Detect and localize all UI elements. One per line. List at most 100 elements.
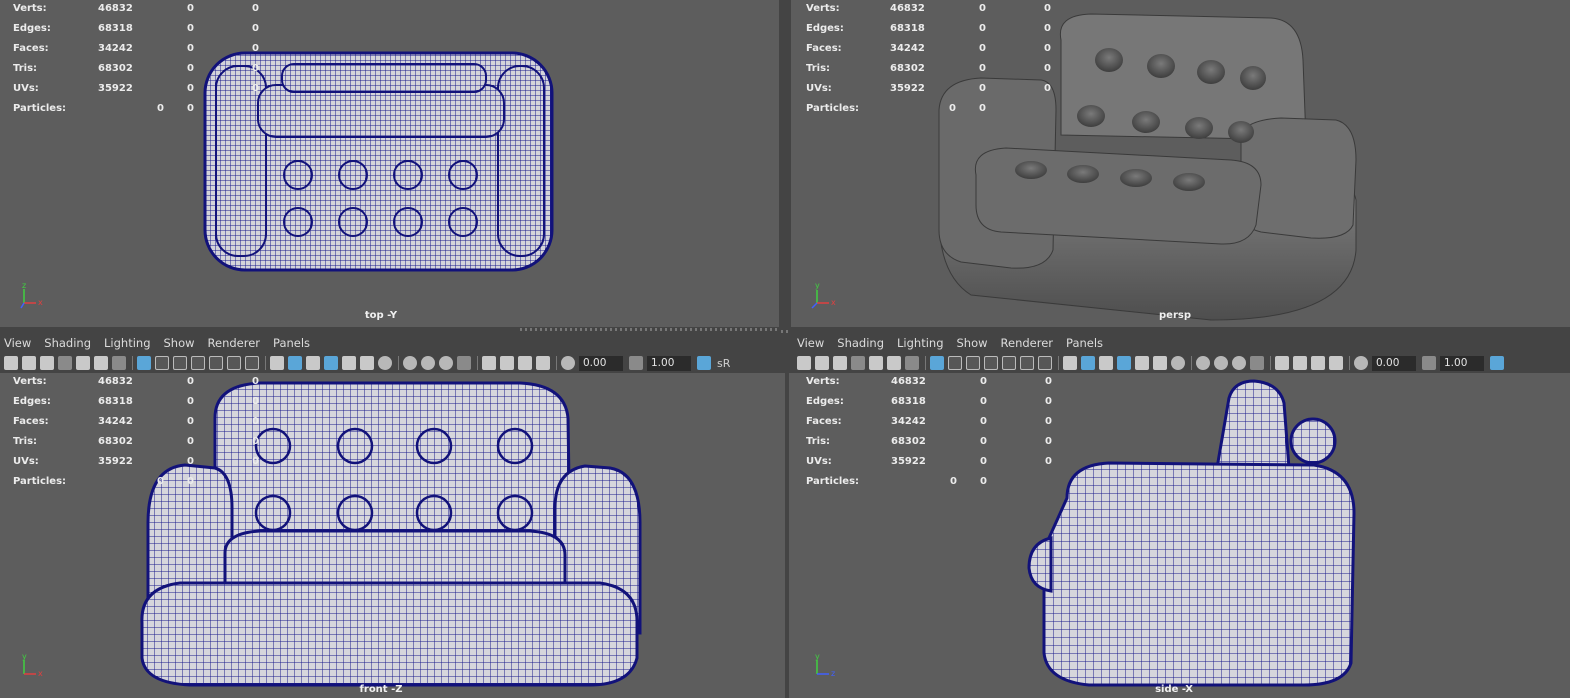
image-plane-icon[interactable] [851, 356, 865, 370]
color-management-icon[interactable] [1490, 356, 1504, 370]
menu-panels[interactable]: Panels [269, 336, 317, 350]
gamma-field[interactable]: 1.00 [647, 355, 691, 371]
hud-uvs: UVs: 35922 0 0 [13, 83, 259, 94]
anti-aliasing-icon[interactable] [1232, 356, 1246, 370]
color-management-icon[interactable] [697, 356, 711, 370]
grease-tool-icon[interactable] [905, 356, 919, 370]
svg-text:y: y [815, 652, 820, 661]
screen-space-ao-icon[interactable] [1196, 356, 1210, 370]
hud-verts: Verts: 46832 0 0 [13, 376, 259, 387]
anti-aliasing-icon[interactable] [439, 356, 453, 370]
screen-space-ao-icon[interactable] [403, 356, 417, 370]
safe-action-icon[interactable] [1020, 356, 1034, 370]
default-material-icon[interactable] [1099, 356, 1113, 370]
field-chart-icon[interactable] [1002, 356, 1016, 370]
use-all-lights-icon[interactable] [1153, 356, 1167, 370]
hud-particles: Particles: 0 0 [806, 103, 986, 114]
image-plane-icon[interactable] [58, 356, 72, 370]
grid-icon[interactable] [930, 356, 944, 370]
xray-icon[interactable] [1293, 356, 1307, 370]
poly-count-hud: Verts: 46832 0 0 Edges: 68318 0 0 Faces: 34242 0… [0, 373, 330, 493]
film-gate-icon[interactable] [948, 356, 962, 370]
menu-panels[interactable]: Panels [1062, 336, 1110, 350]
camera-icon[interactable] [4, 356, 18, 370]
wireframe-on-shaded-icon[interactable] [324, 356, 338, 370]
menu-lighting[interactable]: Lighting [893, 336, 950, 350]
bookmark-icon[interactable] [833, 356, 847, 370]
pane-separator[interactable] [520, 328, 780, 331]
axis-gizmo-front: y x [22, 652, 43, 678]
grease-tool-icon[interactable] [112, 356, 126, 370]
smooth-shade-icon[interactable] [288, 356, 302, 370]
2d-pan-zoom-icon[interactable] [94, 356, 108, 370]
grease-pencil-icon[interactable] [869, 356, 883, 370]
viewport-front[interactable]: View Shading Lighting Show Renderer Pane… [0, 333, 785, 698]
hud-tris: Tris: 68302 0 0 [13, 63, 259, 74]
xray-joints-icon[interactable] [1329, 356, 1343, 370]
bookmark-icon[interactable] [40, 356, 54, 370]
panel-toolbar: 0.00 1.00 [789, 353, 1570, 373]
color-space-label[interactable]: sR [717, 357, 730, 370]
resolution-gate-icon[interactable] [966, 356, 980, 370]
menu-shading[interactable]: Shading [833, 336, 891, 350]
motion-blur-icon[interactable] [1214, 356, 1228, 370]
axis-gizmo-side: y z [815, 652, 835, 678]
exposure-field[interactable]: 0.00 [579, 355, 623, 371]
svg-text:z: z [22, 281, 26, 290]
menu-lighting[interactable]: Lighting [100, 336, 157, 350]
camera-icon[interactable] [797, 356, 811, 370]
gamma-field[interactable]: 1.00 [1440, 355, 1484, 371]
menu-show[interactable]: Show [160, 336, 202, 350]
camera-attributes-icon[interactable] [815, 356, 829, 370]
panel-menubar: View Shading Lighting Show Renderer Pane… [789, 333, 1570, 353]
motion-blur-icon[interactable] [421, 356, 435, 370]
svg-text:y: y [815, 281, 820, 290]
svg-text:z: z [831, 669, 835, 678]
svg-text:x: x [38, 669, 43, 678]
hud-particles: Particles: 0 0 [806, 476, 987, 487]
menu-show[interactable]: Show [953, 336, 995, 350]
default-material-icon[interactable] [306, 356, 320, 370]
xray-joints-icon[interactable] [536, 356, 550, 370]
wireframe-on-shaded-icon[interactable] [1117, 356, 1131, 370]
depth-of-field-icon[interactable] [457, 356, 471, 370]
smooth-shade-icon[interactable] [1081, 356, 1095, 370]
grid-icon[interactable] [137, 356, 151, 370]
textured-icon[interactable] [1135, 356, 1149, 370]
menu-view[interactable]: View [0, 336, 38, 350]
menu-view[interactable]: View [789, 336, 831, 350]
gate-mask-icon[interactable] [984, 356, 998, 370]
grease-pencil-icon[interactable] [76, 356, 90, 370]
viewport-side[interactable]: View Shading Lighting Show Renderer Pane… [789, 333, 1570, 698]
use-all-lights-icon[interactable] [360, 356, 374, 370]
gate-mask-icon[interactable] [191, 356, 205, 370]
shadows-icon[interactable] [378, 356, 392, 370]
safe-title-icon[interactable] [1038, 356, 1052, 370]
2d-pan-zoom-icon[interactable] [887, 356, 901, 370]
field-chart-icon[interactable] [209, 356, 223, 370]
safe-title-icon[interactable] [245, 356, 259, 370]
viewport-top[interactable]: Verts: 46832 0 0 Edges: 68318 0 0 Faces: 34242 0… [0, 0, 779, 327]
exposure-field[interactable]: 0.00 [1372, 355, 1416, 371]
wireframe-icon[interactable] [1063, 356, 1077, 370]
menu-renderer[interactable]: Renderer [997, 336, 1061, 350]
shadows-icon[interactable] [1171, 356, 1185, 370]
hud-uvs: UVs: 35922 0 0 [806, 456, 1052, 467]
textured-icon[interactable] [342, 356, 356, 370]
isolate-select-icon[interactable] [1275, 356, 1289, 370]
resolution-gate-icon[interactable] [173, 356, 187, 370]
film-gate-icon[interactable] [155, 356, 169, 370]
depth-of-field-icon[interactable] [1250, 356, 1264, 370]
viewport-persp[interactable]: Verts: 46832 0 0 Edges: 68318 0 0 Faces: 34242 0… [791, 0, 1570, 327]
xray-active-icon[interactable] [518, 356, 532, 370]
camera-attributes-icon[interactable] [22, 356, 36, 370]
wireframe-icon[interactable] [270, 356, 284, 370]
svg-text:x: x [831, 298, 836, 307]
xray-active-icon[interactable] [1311, 356, 1325, 370]
safe-action-icon[interactable] [227, 356, 241, 370]
xray-icon[interactable] [500, 356, 514, 370]
menu-renderer[interactable]: Renderer [204, 336, 268, 350]
hud-particles: Particles: 0 0 [13, 476, 194, 487]
isolate-select-icon[interactable] [482, 356, 496, 370]
menu-shading[interactable]: Shading [40, 336, 98, 350]
